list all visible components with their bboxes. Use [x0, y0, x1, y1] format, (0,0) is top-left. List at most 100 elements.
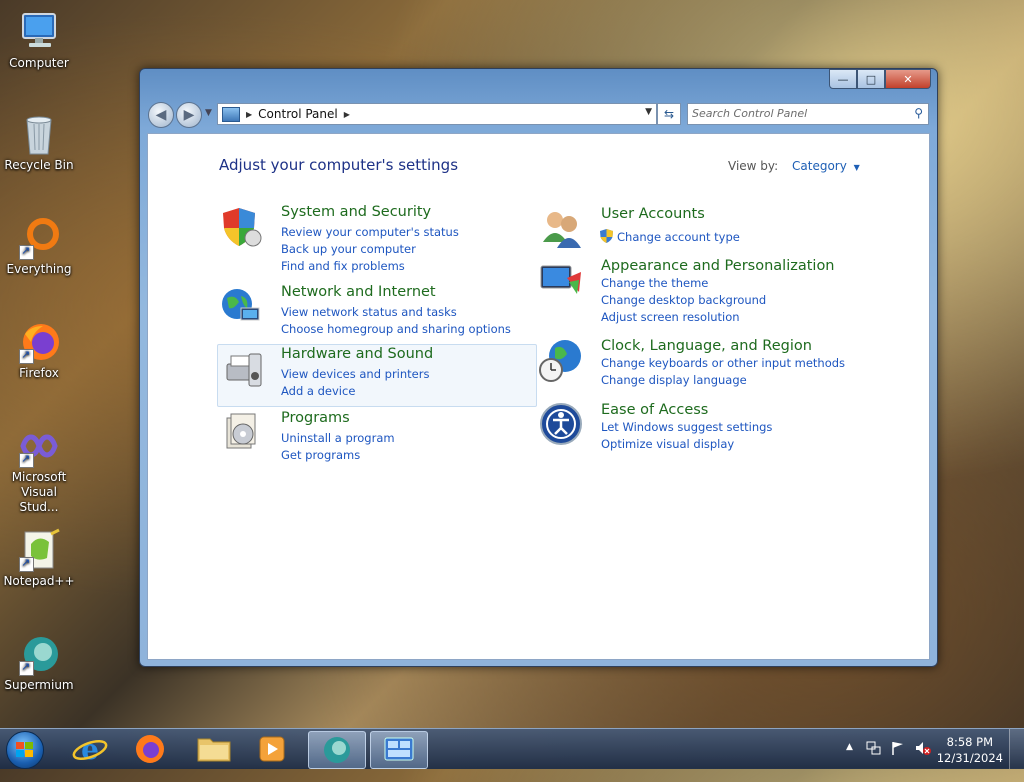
page-title: Adjust your computer's settings — [219, 156, 459, 174]
volume-muted-icon[interactable] — [914, 740, 932, 780]
start-button[interactable] — [6, 731, 44, 769]
system-clock[interactable]: 8:58 PM 12/31/2024 — [937, 734, 1003, 766]
category-link[interactable]: View devices and printers — [281, 367, 429, 381]
desktop-icon-computer[interactable]: Computer — [2, 10, 76, 71]
category-user-accounts: User Accounts Change account type — [539, 206, 919, 252]
desktop-icon-recycle-bin[interactable]: Recycle Bin — [2, 112, 76, 173]
breadcrumb-separator-icon[interactable]: ▶ — [246, 110, 252, 119]
firefox-icon — [136, 735, 164, 763]
desktop-icon-label: Recycle Bin — [4, 158, 74, 172]
category-link[interactable]: Back up your computer — [281, 242, 416, 256]
category-link[interactable]: Change account type — [617, 230, 740, 244]
firefox-icon — [17, 320, 61, 364]
everything-icon — [17, 216, 61, 260]
category-title[interactable]: Appearance and Personalization — [601, 258, 835, 274]
search-input[interactable] — [692, 104, 902, 122]
computer-icon — [17, 10, 61, 54]
media-player-icon — [259, 736, 285, 762]
category-title[interactable]: Programs — [281, 410, 350, 426]
desktop-icon-firefox[interactable]: Firefox — [2, 320, 76, 381]
search-icon[interactable]: ⚲ — [914, 106, 923, 120]
category-programs: Programs Uninstall a program Get program… — [219, 410, 539, 464]
shortcut-arrow-icon — [19, 451, 34, 468]
refresh-button[interactable]: ⇆ — [657, 103, 681, 125]
desktop-icon-visual-studio[interactable]: Microsoft Visual Stud... — [2, 424, 76, 515]
svg-text:e: e — [81, 733, 99, 766]
show-hidden-icons-button[interactable]: ▲ — [846, 742, 853, 782]
category-link[interactable]: View network status and tasks — [281, 305, 457, 319]
breadcrumb-chevron-icon[interactable]: ▶ — [344, 110, 350, 119]
control-panel-content: Adjust your computer's settings View by:… — [147, 133, 930, 660]
category-title[interactable]: System and Security — [281, 204, 431, 220]
category-link[interactable]: Change desktop background — [601, 293, 766, 307]
minimize-button[interactable]: — — [829, 69, 857, 89]
category-link[interactable]: Review your computer's status — [281, 225, 459, 239]
action-center-flag-icon[interactable] — [890, 740, 906, 780]
address-dropdown-icon[interactable]: ▼ — [645, 107, 652, 117]
taskbar-internet-explorer[interactable]: e — [62, 731, 118, 767]
search-box[interactable]: ⚲ — [687, 103, 929, 125]
desktop-icon-label: Notepad++ — [3, 574, 75, 588]
show-desktop-button[interactable] — [1009, 729, 1024, 769]
category-title[interactable]: User Accounts — [601, 206, 705, 222]
category-hardware-and-sound[interactable]: Hardware and Sound View devices and prin… — [217, 344, 537, 407]
shortcut-arrow-icon — [19, 555, 34, 572]
taskbar-control-panel[interactable] — [370, 731, 428, 769]
taskbar-firefox[interactable] — [122, 731, 178, 767]
programs-icon — [219, 410, 263, 454]
category-ease-of-access: Ease of Access Let Windows suggest setti… — [539, 402, 919, 456]
desktop-icon-supermium[interactable]: Supermium — [2, 632, 76, 693]
category-link[interactable]: Adjust screen resolution — [601, 310, 740, 324]
control-panel-icon — [384, 737, 414, 761]
maximize-button[interactable]: □ — [857, 69, 885, 89]
breadcrumb-control-panel[interactable]: Control Panel — [258, 107, 338, 121]
category-appearance-and-personalization: Appearance and Personalization Change th… — [539, 258, 919, 328]
shortcut-arrow-icon — [19, 243, 34, 260]
taskbar-media-player[interactable] — [244, 731, 300, 767]
visual-studio-icon — [17, 424, 61, 468]
view-by-label: View by: — [728, 159, 779, 173]
category-link[interactable]: Change the theme — [601, 276, 708, 290]
taskbar-file-explorer[interactable] — [186, 731, 242, 767]
network-icon[interactable] — [866, 740, 882, 780]
category-system-and-security: System and Security Review your computer… — [219, 204, 539, 274]
desktop-icon-everything[interactable]: Everything — [2, 216, 76, 277]
shield-icon — [219, 204, 263, 248]
ease-of-access-icon — [539, 402, 583, 446]
shortcut-arrow-icon — [19, 347, 34, 364]
desktop-icon-notepad-plus-plus[interactable]: Notepad++ — [2, 528, 76, 589]
category-link[interactable]: Change keyboards or other input methods — [601, 356, 845, 370]
category-network-and-internet: Network and Internet View network status… — [219, 284, 539, 338]
windows-logo-icon — [16, 742, 33, 757]
desktop-icon-label: Microsoft Visual Stud... — [11, 470, 67, 514]
navigation-bar: ◀ ▶ ▼ ▶ Control Panel ▶ ▼ ⇆ ⚲ — [148, 101, 929, 128]
category-title[interactable]: Clock, Language, and Region — [601, 338, 812, 354]
clock-time: 8:58 PM — [946, 735, 994, 749]
category-link[interactable]: Get programs — [281, 448, 360, 462]
category-link[interactable]: Add a device — [281, 384, 355, 398]
address-bar[interactable]: ▶ Control Panel ▶ ▼ — [217, 103, 657, 125]
folder-icon — [197, 738, 231, 762]
category-link[interactable]: Optimize visual display — [601, 437, 734, 451]
taskbar: e ▲ 8:58 PM 12/31/2024 — [0, 728, 1024, 769]
close-button[interactable]: ✕ — [885, 69, 931, 89]
category-title[interactable]: Network and Internet — [281, 284, 436, 300]
forward-button[interactable]: ▶ — [176, 102, 202, 128]
category-link[interactable]: Let Windows suggest settings — [601, 420, 772, 434]
chevron-down-icon[interactable]: ▼ — [854, 163, 860, 172]
control-panel-icon — [222, 106, 240, 122]
recent-pages-chevron-icon[interactable]: ▼ — [205, 108, 212, 118]
category-title[interactable]: Ease of Access — [601, 402, 708, 418]
view-by-dropdown[interactable]: Category — [792, 159, 847, 173]
recycle-bin-icon — [17, 112, 61, 156]
category-link[interactable]: Change display language — [601, 373, 747, 387]
desktop-icon-label: Firefox — [19, 366, 59, 380]
category-link[interactable]: Uninstall a program — [281, 431, 395, 445]
taskbar-supermium[interactable] — [308, 731, 366, 769]
back-button[interactable]: ◀ — [148, 102, 174, 128]
category-link[interactable]: Choose homegroup and sharing options — [281, 322, 511, 336]
clock-globe-icon — [539, 338, 583, 382]
internet-explorer-icon: e — [72, 733, 108, 766]
category-link[interactable]: Find and fix problems — [281, 259, 405, 273]
category-title[interactable]: Hardware and Sound — [281, 346, 433, 362]
